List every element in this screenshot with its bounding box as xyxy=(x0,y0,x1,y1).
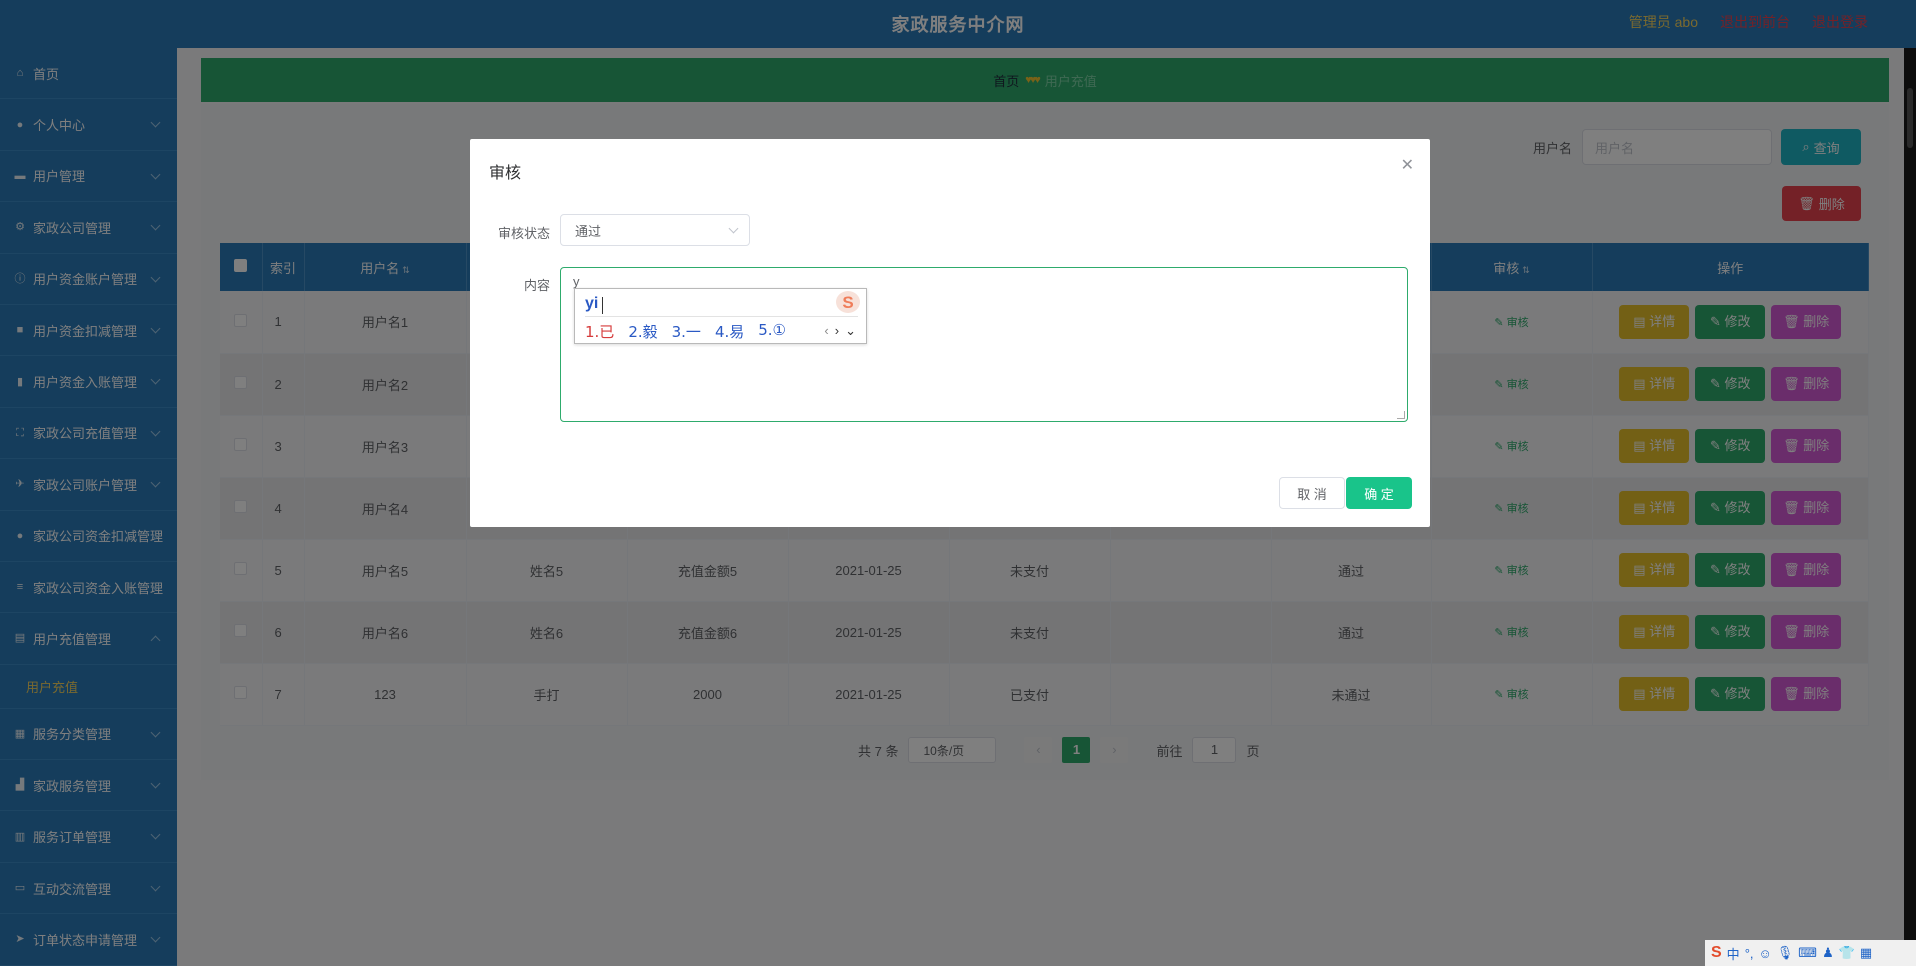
ime-candidate[interactable]: 5.① xyxy=(758,321,786,342)
text-cursor xyxy=(602,297,603,314)
punctuation-toggle[interactable]: °, xyxy=(1745,946,1754,961)
content-text: y xyxy=(573,274,580,289)
keyboard-icon[interactable]: ⌨ xyxy=(1798,945,1817,961)
content-label: 内容 xyxy=(524,278,551,293)
close-icon[interactable]: ✕ xyxy=(1401,155,1414,175)
grid-icon[interactable]: ▦ xyxy=(1860,945,1872,961)
ime-candidate[interactable]: 3.一 xyxy=(672,321,701,342)
sogou-logo-icon: S xyxy=(836,291,860,313)
person-icon[interactable]: ♟ xyxy=(1822,945,1834,961)
ime-candidate[interactable]: 1.已 xyxy=(585,321,614,342)
status-select-value: 通过 xyxy=(575,223,602,239)
ime-toolbar: S 中 °, ☺ 🎙 ⌨ ♟ 👕 ▦ xyxy=(1705,940,1916,966)
expand-candidates-icon[interactable]: ⌄ xyxy=(845,323,856,339)
emoji-icon[interactable]: ☺ xyxy=(1759,946,1772,961)
status-select[interactable]: 通过 xyxy=(560,214,750,246)
ime-pinyin: yi xyxy=(585,295,599,312)
ime-lang-toggle[interactable]: 中 xyxy=(1727,944,1740,963)
cancel-button[interactable]: 取 消 xyxy=(1279,477,1345,509)
dialog-title: 审核 xyxy=(489,165,522,182)
chevron-down-icon xyxy=(728,223,739,234)
skin-icon[interactable]: 👕 xyxy=(1839,945,1855,961)
svg-text:S: S xyxy=(842,293,853,312)
ime-candidate[interactable]: 2.毅 xyxy=(628,321,657,342)
microphone-icon[interactable]: 🎙 xyxy=(1777,945,1794,961)
ime-candidates: 1.已 2.毅 3.一 4.易 5.① xyxy=(585,321,786,342)
ime-candidate[interactable]: 4.易 xyxy=(715,321,744,342)
confirm-button[interactable]: 确 定 xyxy=(1346,477,1412,509)
ime-candidate-window: yi S 1.已 2.毅 3.一 4.易 5.① ‹ › ⌄ xyxy=(574,288,867,344)
ime-nav: ‹ › ⌄ xyxy=(824,323,856,339)
next-candidates-icon[interactable]: › xyxy=(835,323,839,339)
ime-divider xyxy=(585,316,858,317)
resize-handle[interactable] xyxy=(1397,411,1405,419)
sogou-icon[interactable]: S xyxy=(1711,944,1722,962)
status-label: 审核状态 xyxy=(498,226,551,241)
prev-candidates-icon[interactable]: ‹ xyxy=(824,323,828,339)
